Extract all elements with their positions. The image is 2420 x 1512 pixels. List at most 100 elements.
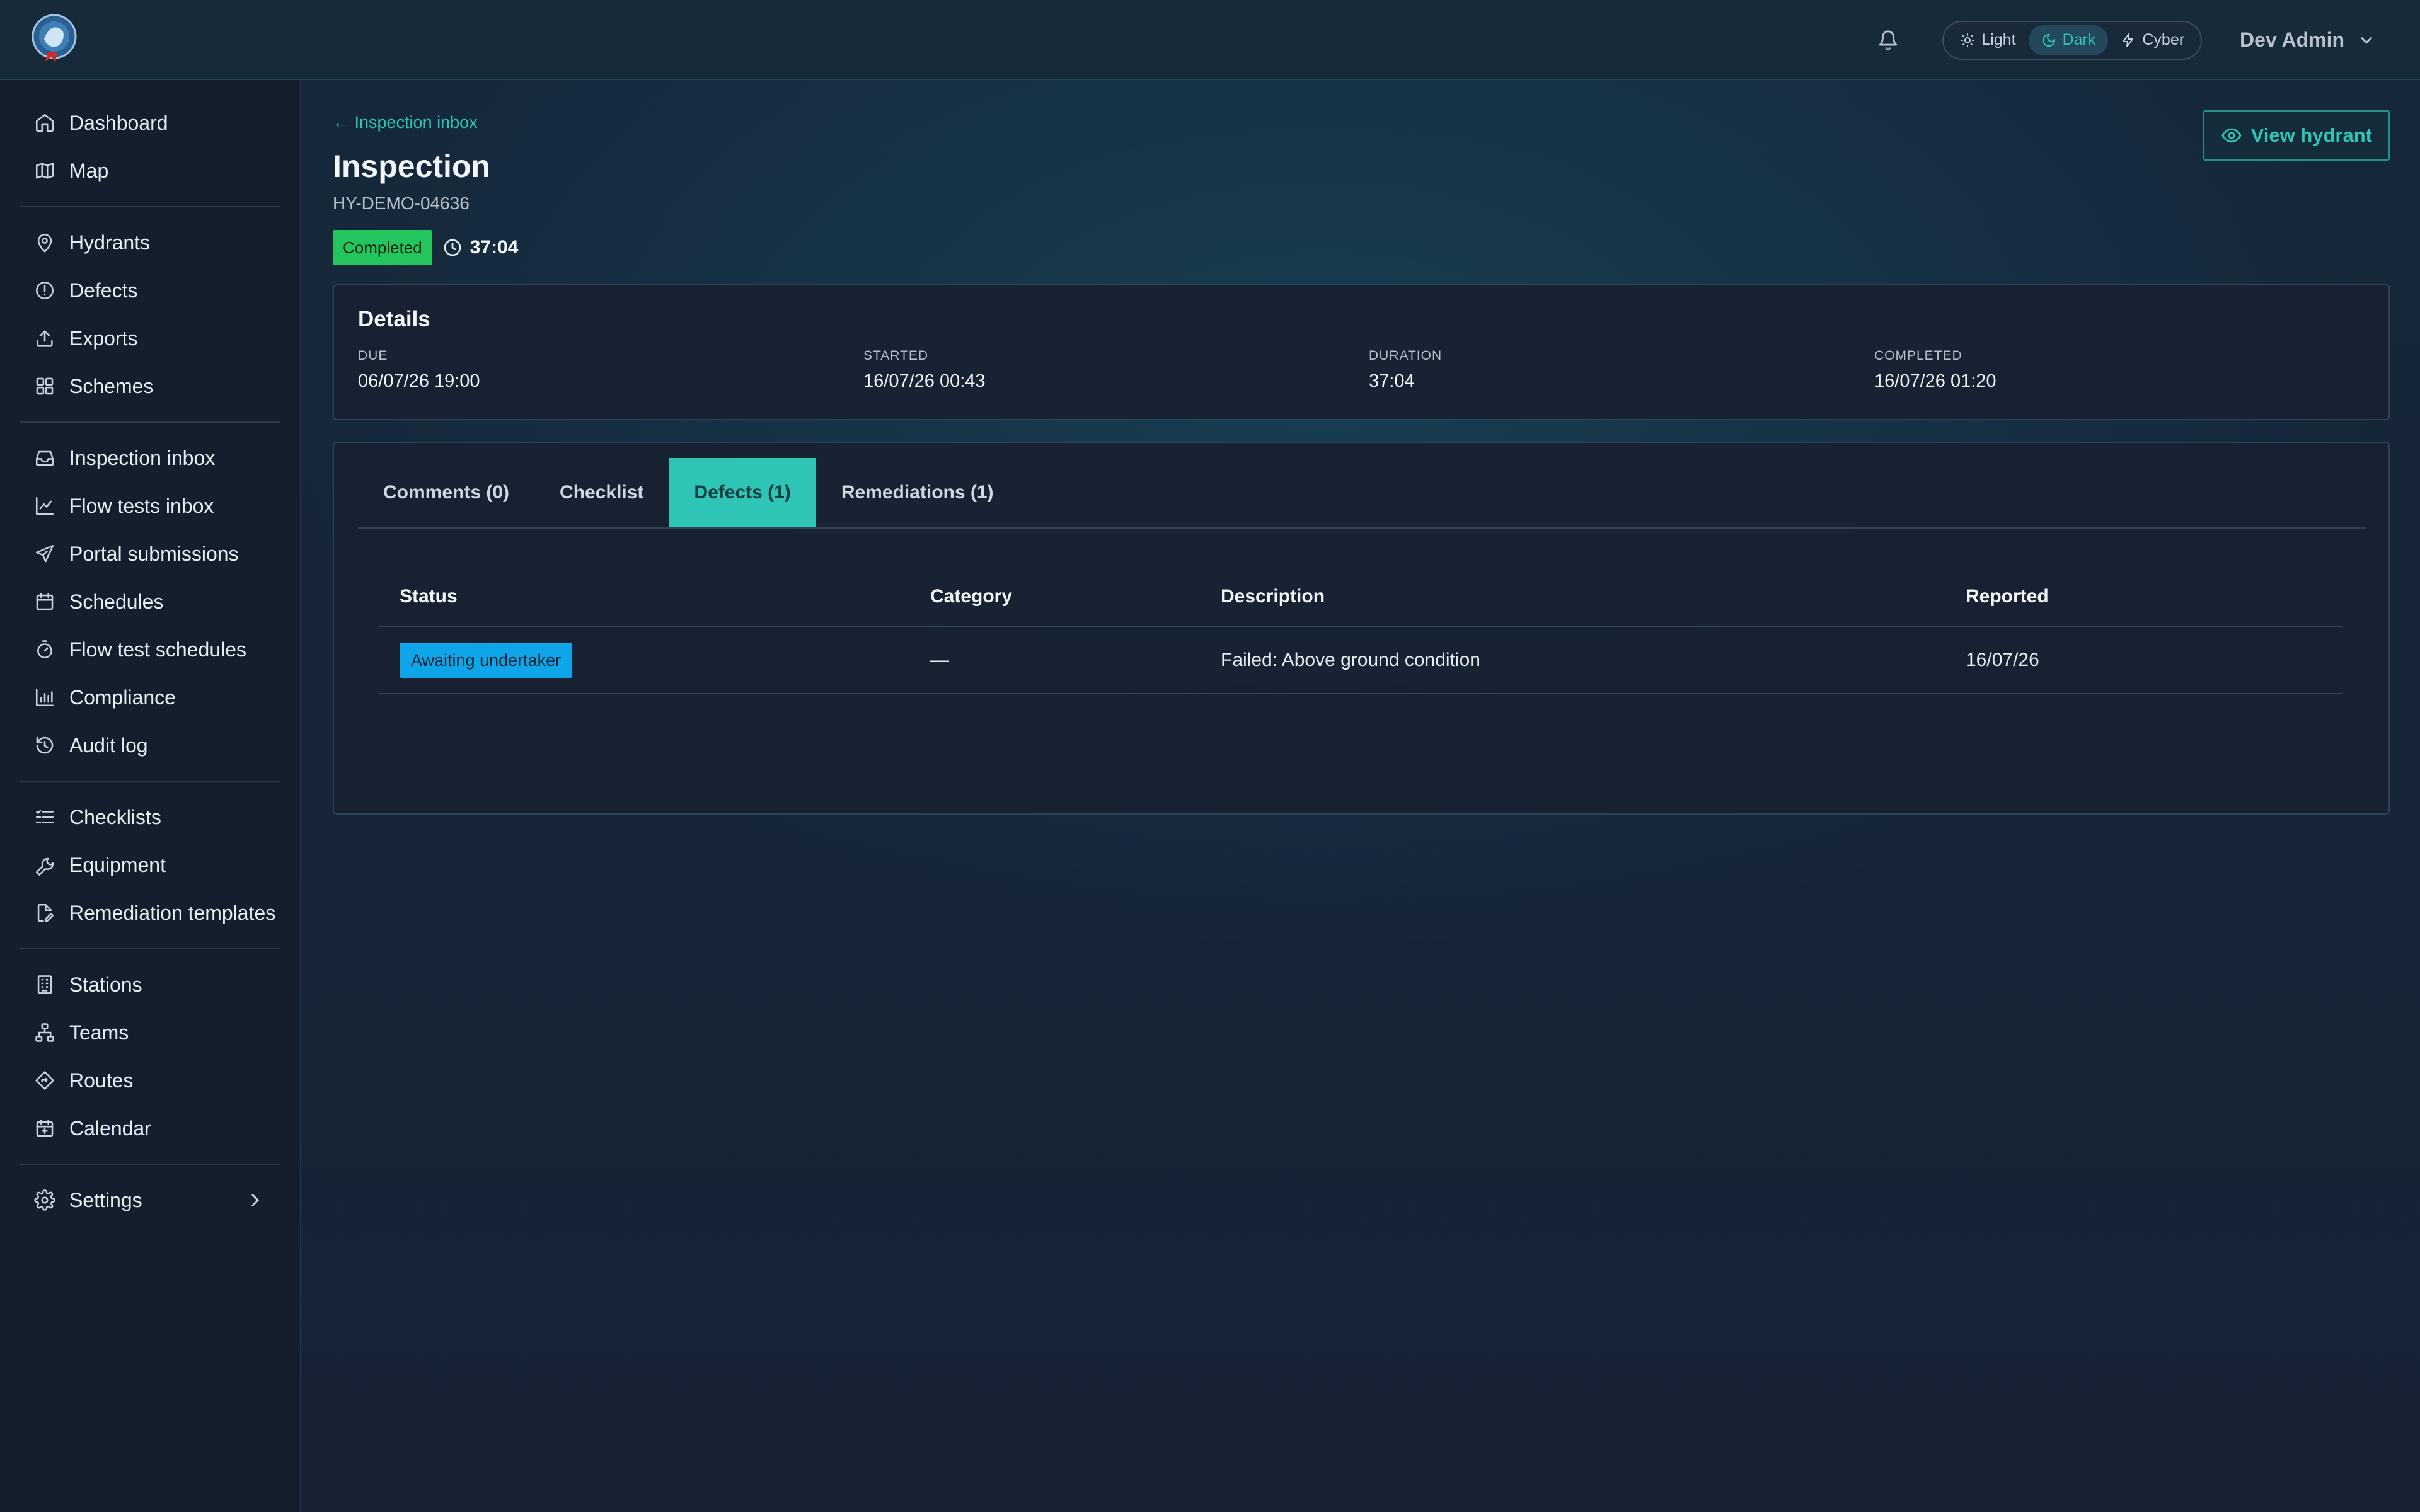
tab-checklist[interactable]: Checklist <box>534 458 669 527</box>
wrench-icon <box>35 857 54 876</box>
sidebar-item-stations[interactable]: Stations <box>20 961 280 1009</box>
detail-label: STARTED <box>863 348 929 363</box>
sidebar-item-label: Portal submissions <box>69 542 239 565</box>
sidebar-item-remediation-templates[interactable]: Remediation templates <box>20 889 280 937</box>
calendar-plus-icon <box>36 1119 54 1137</box>
sidebar-item-schedules[interactable]: Schedules <box>20 578 280 626</box>
sidebar-item-label: Map <box>69 159 109 182</box>
timer-icon <box>37 640 52 659</box>
alert-circle-icon <box>35 281 54 300</box>
duration-timer: 37:04 <box>442 237 519 258</box>
sidebar-item-flow-tests-inbox[interactable]: Flow tests inbox <box>20 482 280 530</box>
top-bar: Light Dark Cyber Dev Admin <box>0 0 2420 80</box>
nav-group-main: Dashboard Map <box>0 99 300 195</box>
theme-dark-label: Dark <box>2062 31 2096 49</box>
sidebar-item-audit-log[interactable]: Audit log <box>20 721 280 769</box>
sidebar-item-dashboard[interactable]: Dashboard <box>20 99 280 147</box>
tab-comments[interactable]: Comments (0) <box>358 458 534 527</box>
sidebar-item-label: Equipment <box>69 853 166 876</box>
theme-switcher: Light Dark Cyber <box>1942 20 2203 60</box>
sidebar-item-compliance[interactable]: Compliance <box>20 673 280 721</box>
send-icon <box>35 544 54 563</box>
network-icon <box>35 1023 54 1042</box>
detail-label: COMPLETED <box>1874 348 1962 363</box>
sidebar-item-hydrants[interactable]: Hydrants <box>20 219 280 266</box>
defects-table: Status Category Description Reported Awa… <box>379 566 2343 694</box>
route-icon <box>35 1071 54 1090</box>
sidebar-item-label: Schemes <box>69 374 154 398</box>
list-checks-icon <box>35 810 54 823</box>
app-root: Light Dark Cyber Dev Admin Dashboard Map… <box>0 0 2420 1512</box>
timer-value: 37:04 <box>470 237 519 258</box>
sidebar-item-defects[interactable]: Defects <box>20 266 280 314</box>
sidebar-item-label: Exports <box>69 326 138 350</box>
sidebar-item-label: Stations <box>69 973 142 996</box>
sidebar-item-equipment[interactable]: Equipment <box>20 841 280 889</box>
sidebar-item-flow-test-schedules[interactable]: Flow test schedules <box>20 626 280 673</box>
nav-group-config: Checklists Equipment Remediation templat… <box>0 793 300 937</box>
notifications-button[interactable] <box>1869 21 1907 59</box>
column-header-category: Category <box>910 566 1201 627</box>
sidebar-item-checklists[interactable]: Checklists <box>20 793 280 841</box>
home-icon <box>35 113 54 132</box>
bell-icon <box>1879 30 1898 50</box>
sidebar-item-label: Settings <box>69 1188 142 1211</box>
page-title: Inspection <box>333 149 491 184</box>
sidebar-item-schemes[interactable]: Schemes <box>20 362 280 410</box>
user-menu-button[interactable]: Dev Admin <box>2240 28 2376 52</box>
detail-duration: DURATION 37:04 <box>1369 348 1442 392</box>
chevron-down-icon <box>2361 37 2372 44</box>
sidebar-item-label: Checklists <box>69 805 161 828</box>
sidebar-item-settings[interactable]: Settings <box>20 1176 280 1224</box>
sidebar-item-label: Teams <box>69 1021 129 1044</box>
theme-light-button[interactable]: Light <box>1947 25 2028 55</box>
tab-bar: Comments (0) Checklist Defects (1) Remed… <box>358 458 2366 529</box>
bolt-icon <box>2123 33 2134 47</box>
detail-value: 16/07/26 01:20 <box>1874 371 1997 391</box>
tab-remediations[interactable]: Remediations (1) <box>816 458 1019 527</box>
sidebar-divider <box>20 421 280 423</box>
sidebar-item-map[interactable]: Map <box>20 147 280 195</box>
sidebar-item-label: Inspection inbox <box>69 446 216 469</box>
detail-label: DUE <box>358 348 388 363</box>
line-chart-icon <box>35 496 54 515</box>
sidebar-item-label: Remediation templates <box>69 901 276 924</box>
sun-icon <box>1961 33 1975 47</box>
sidebar-item-calendar[interactable]: Calendar <box>20 1104 280 1152</box>
sidebar-divider <box>20 1164 280 1165</box>
nav-group-assets: Hydrants Defects Exports Schemes <box>0 219 300 410</box>
view-hydrant-button[interactable]: View hydrant <box>2203 110 2390 161</box>
map-pin-icon <box>37 233 52 253</box>
status-badge: Awaiting undertaker <box>400 643 573 678</box>
tab-defects[interactable]: Defects (1) <box>669 458 816 527</box>
theme-dark-button[interactable]: Dark <box>2028 25 2109 55</box>
sidebar-item-routes[interactable]: Routes <box>20 1057 280 1104</box>
grid-icon <box>36 377 54 395</box>
sidebar-item-label: Flow tests inbox <box>69 494 214 517</box>
view-hydrant-label: View hydrant <box>2250 124 2372 146</box>
cell-status: Awaiting undertaker <box>379 627 910 694</box>
sidebar-item-label: Flow test schedules <box>69 638 247 661</box>
theme-cyber-button[interactable]: Cyber <box>2108 25 2197 55</box>
detail-value: 37:04 <box>1369 371 1415 391</box>
sidebar-item-exports[interactable]: Exports <box>20 314 280 362</box>
table-header-row: Status Category Description Reported <box>379 566 2343 627</box>
map-icon <box>35 163 54 179</box>
sidebar-item-portal-submissions[interactable]: Portal submissions <box>20 530 280 578</box>
table-row[interactable]: Awaiting undertaker — Failed: Above grou… <box>379 627 2343 694</box>
column-header-reported: Reported <box>1945 566 2343 627</box>
cell-category: — <box>910 627 1201 694</box>
user-name: Dev Admin <box>2240 28 2344 51</box>
moon-icon <box>2042 33 2055 47</box>
logo[interactable] <box>30 14 78 64</box>
sidebar-item-teams[interactable]: Teams <box>20 1009 280 1057</box>
column-header-description: Description <box>1201 566 1945 627</box>
sidebar-item-inspection-inbox[interactable]: Inspection inbox <box>20 434 280 482</box>
back-link[interactable]: ← Inspection inbox <box>333 113 478 132</box>
detail-due: DUE 06/07/26 19:00 <box>358 348 480 392</box>
status-badge: Completed <box>333 230 432 265</box>
sidebar-item-label: Calendar <box>69 1116 151 1140</box>
detail-value: 06/07/26 19:00 <box>358 371 480 391</box>
clock-icon <box>444 239 461 256</box>
theme-light-label: Light <box>1981 31 2016 49</box>
